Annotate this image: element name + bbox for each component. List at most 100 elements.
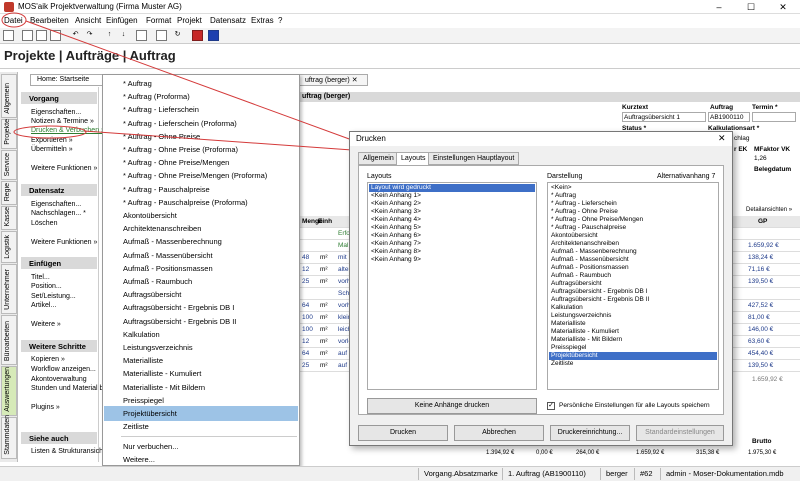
link-ds-eigenschaften[interactable]: Eigenschaften... bbox=[31, 201, 81, 208]
undo-icon[interactable]: ↶ bbox=[70, 30, 81, 41]
link-plugins[interactable]: Plugins » bbox=[31, 404, 60, 411]
menu-extras[interactable]: Extras bbox=[251, 16, 274, 25]
darstellung-item[interactable]: Aufmaß - Positionsmassen bbox=[549, 264, 717, 272]
vtab-bueroarbeiten[interactable]: Büroarbeiten bbox=[1, 315, 17, 365]
move-up-icon[interactable]: ↑ bbox=[104, 30, 115, 41]
tab-auftrag[interactable]: uftrag (berger) ✕ bbox=[298, 74, 368, 86]
darstellung-item[interactable]: Materialliste - Kumuliert bbox=[549, 328, 717, 336]
layouts-list[interactable]: Layout wird gedruckt <Kein Anhang 1> <Kein… bbox=[367, 182, 537, 390]
menu-help[interactable]: ? bbox=[278, 16, 282, 25]
print-preview-icon[interactable] bbox=[36, 30, 47, 41]
darstellung-item[interactable]: * Auftrag bbox=[549, 192, 717, 200]
layout-item[interactable]: <Kein Anhang 2> bbox=[369, 200, 535, 208]
link-uebermitteln[interactable]: Übermitteln » bbox=[31, 146, 73, 153]
link-set-leistung[interactable]: Set/Leistung... bbox=[31, 293, 76, 300]
menu-format[interactable]: Format bbox=[146, 16, 171, 25]
darstellung-item[interactable]: Leistungsverzeichnis bbox=[549, 312, 717, 320]
darstellung-item[interactable]: Kalkulation bbox=[549, 304, 717, 312]
move-down-icon[interactable]: ↓ bbox=[118, 30, 129, 41]
link-kopieren[interactable]: Kopieren » bbox=[31, 356, 65, 363]
menu-bearbeiten[interactable]: Bearbeiten bbox=[30, 16, 69, 25]
darstellung-item[interactable]: * Auftrag - Ohne Preise/Mengen bbox=[549, 216, 717, 224]
link-stunden[interactable]: Stunden und Material b bbox=[31, 385, 103, 392]
darstellung-item[interactable]: Architektenanschreiben bbox=[549, 240, 717, 248]
darstellung-item[interactable]: Preisspiegel bbox=[549, 344, 717, 352]
kurztext-field[interactable]: Auftragsübersicht 1 bbox=[622, 112, 706, 122]
link-weitere-funktionen[interactable]: Weitere Funktionen » bbox=[31, 165, 97, 172]
darstellung-item[interactable]: Aufmaß - Massenübersicht bbox=[549, 256, 717, 264]
menu-datensatz[interactable]: Datensatz bbox=[210, 16, 246, 25]
link-loeschen[interactable]: Löschen bbox=[31, 220, 57, 227]
darstellung-item[interactable]: Zeitliste bbox=[549, 360, 717, 368]
user-red-icon[interactable] bbox=[192, 30, 203, 41]
link-titel[interactable]: Titel... bbox=[31, 274, 50, 281]
tab-layouts[interactable]: Layouts bbox=[396, 152, 431, 166]
vtab-kasse[interactable]: Kasse bbox=[1, 206, 17, 230]
menu-ansicht[interactable]: Ansicht bbox=[75, 16, 101, 25]
link-position[interactable]: Position... bbox=[31, 283, 62, 290]
darstellung-item[interactable]: Aufmaß - Raumbuch bbox=[549, 272, 717, 280]
darstellung-item[interactable]: Auftragsübersicht - Ergebnis DB I bbox=[549, 288, 717, 296]
layout-item[interactable]: <Kein Anhang 8> bbox=[369, 248, 535, 256]
vtab-logistik[interactable]: Logistik bbox=[1, 231, 17, 263]
link-workflow[interactable]: Workflow anzeigen... bbox=[31, 366, 96, 373]
vtab-stammdaten[interactable]: Stammdaten bbox=[1, 415, 17, 459]
drucken-button[interactable]: Drucken bbox=[358, 425, 448, 441]
darstellung-item[interactable]: Akontoübersicht bbox=[549, 232, 717, 240]
link-artikel[interactable]: Artikel... bbox=[31, 302, 56, 309]
vtab-service[interactable]: Service bbox=[1, 150, 17, 180]
link-akonto[interactable]: Akontoverwaltung bbox=[31, 376, 87, 383]
link-drucken-verbuchen[interactable]: Drucken & Verbuchen » bbox=[31, 127, 105, 134]
link-einf-weitere[interactable]: Weitere » bbox=[31, 321, 61, 328]
abbrechen-button[interactable]: Abbrechen bbox=[454, 425, 544, 441]
keine-anhaenge-button[interactable]: Keine Anhänge drucken bbox=[367, 398, 537, 414]
copy-icon[interactable] bbox=[136, 30, 147, 41]
vtab-regie[interactable]: Regie bbox=[1, 181, 17, 205]
layout-item[interactable]: <Kein Anhang 5> bbox=[369, 224, 535, 232]
darstellung-item[interactable]: Materialliste bbox=[549, 320, 717, 328]
darstellung-item[interactable]: * Auftrag - Pauschalpreise bbox=[549, 224, 717, 232]
druckereinrichtung-button[interactable]: Druckereinrichtung... bbox=[550, 425, 630, 441]
vtab-allgemein[interactable]: Allgemein bbox=[1, 74, 17, 118]
maximize-button[interactable]: ☐ bbox=[736, 0, 766, 14]
redo-icon[interactable]: ↷ bbox=[84, 30, 95, 41]
darstellung-item[interactable]: Projektübersicht bbox=[549, 352, 717, 360]
layout-item[interactable]: <Kein Anhang 6> bbox=[369, 232, 535, 240]
tab-close-icon[interactable]: ✕ bbox=[352, 77, 358, 84]
mfaktor-value[interactable]: 1,26 bbox=[754, 155, 767, 162]
new-icon[interactable] bbox=[3, 30, 14, 41]
layout-item[interactable]: <Kein Anhang 9> bbox=[369, 256, 535, 264]
link-ds-weitere[interactable]: Weitere Funktionen » bbox=[31, 239, 97, 246]
dialog-close-icon[interactable]: ✕ bbox=[718, 133, 726, 144]
detailansichten-link[interactable]: Detailansichten » bbox=[746, 207, 792, 213]
layout-item[interactable]: <Kein Anhang 1> bbox=[369, 192, 535, 200]
mail-icon[interactable] bbox=[50, 30, 61, 41]
termin-field[interactable] bbox=[752, 112, 796, 122]
close-window-button[interactable]: ✕ bbox=[768, 0, 798, 14]
refresh-icon[interactable]: ↻ bbox=[172, 30, 183, 41]
link-eigenschaften[interactable]: Eigenschaften... bbox=[31, 109, 81, 116]
layout-item[interactable]: Layout wird gedruckt bbox=[369, 184, 535, 192]
darstellung-item[interactable]: <Kein> bbox=[549, 184, 717, 192]
layout-item[interactable]: <Kein Anhang 4> bbox=[369, 216, 535, 224]
link-nachschlagen[interactable]: Nachschlagen... * bbox=[31, 210, 86, 217]
cut-icon[interactable] bbox=[156, 30, 167, 41]
darstellung-item[interactable]: Aufmaß - Massenberechnung bbox=[549, 248, 717, 256]
darstellung-item[interactable]: * Auftrag - Lieferschein bbox=[549, 200, 717, 208]
darstellung-item[interactable]: Auftragsübersicht - Ergebnis DB II bbox=[549, 296, 717, 304]
kalkulationsart-value[interactable]: chlag bbox=[734, 135, 750, 142]
menu-einfuegen[interactable]: Einfügen bbox=[106, 16, 138, 25]
vtab-projekte[interactable]: Projekte bbox=[1, 119, 17, 149]
layout-item[interactable]: <Kein Anhang 3> bbox=[369, 208, 535, 216]
tab-allgemein[interactable]: Allgemein bbox=[358, 152, 399, 165]
menu-item[interactable]: Zeitliste bbox=[104, 419, 298, 434]
user-blue-icon[interactable] bbox=[208, 30, 219, 41]
darstellung-item[interactable]: Materialliste - Mit Bildern bbox=[549, 336, 717, 344]
layout-item[interactable]: <Kein Anhang 7> bbox=[369, 240, 535, 248]
link-listen[interactable]: Listen & Strukturansich bbox=[31, 448, 103, 455]
darstellung-item[interactable]: * Auftrag - Ohne Preise bbox=[549, 208, 717, 216]
darstellung-item[interactable]: Auftragsübersicht bbox=[549, 280, 717, 288]
vtab-auswertungen[interactable]: Auswertungen bbox=[1, 366, 17, 416]
link-notizen[interactable]: Notizen & Termine » bbox=[31, 118, 94, 125]
menu-projekt[interactable]: Projekt bbox=[177, 16, 202, 25]
